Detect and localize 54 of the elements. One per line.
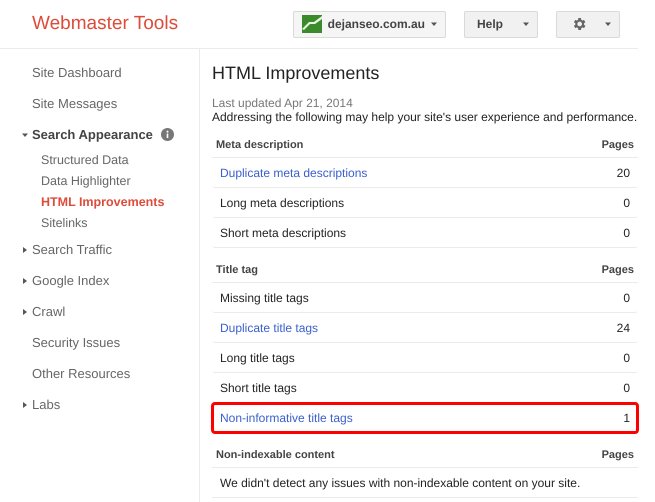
settings-button[interactable] bbox=[556, 10, 620, 38]
issue-label: Missing title tags bbox=[220, 290, 309, 304]
site-name: dejanseo.com.au bbox=[328, 17, 425, 31]
collapse-caret-icon bbox=[22, 132, 28, 138]
expand-caret-icon bbox=[22, 278, 28, 284]
help-button[interactable]: Help bbox=[464, 10, 538, 38]
expand-caret-icon bbox=[22, 308, 28, 314]
last-updated-text: Last updated Apr 21, 2014 bbox=[212, 96, 354, 110]
app-logo: Webmaster Tools bbox=[32, 13, 180, 35]
empty-message: We didn't detect any issues with non-indexable content on your site. bbox=[212, 468, 638, 498]
sidebar-subitem[interactable]: Structured Data bbox=[0, 150, 199, 171]
issue-link[interactable]: Duplicate meta descriptions bbox=[220, 166, 368, 180]
sidebar-subitem[interactable]: HTML Improvements bbox=[0, 192, 199, 213]
issue-link[interactable]: Duplicate title tags bbox=[220, 320, 318, 334]
page-title: HTML Improvements bbox=[212, 63, 380, 84]
page-count: 1 bbox=[623, 410, 630, 424]
sidebar-item[interactable]: Site Messages bbox=[32, 96, 118, 111]
sidebar-section[interactable]: Labs bbox=[32, 397, 60, 412]
issue-label: Short title tags bbox=[220, 380, 297, 394]
sidebar-item[interactable]: Security Issues bbox=[32, 335, 120, 350]
column-heading: Pages bbox=[602, 138, 634, 150]
page-count: 20 bbox=[616, 166, 630, 180]
sidebar-section[interactable]: Google Index bbox=[32, 273, 110, 288]
page-count: 0 bbox=[623, 380, 630, 394]
page-count: 24 bbox=[616, 320, 630, 334]
dropdown-caret-icon bbox=[430, 21, 437, 27]
dropdown-caret-icon bbox=[523, 21, 529, 27]
sidebar-item[interactable]: Other Resources bbox=[32, 366, 130, 381]
column-heading: Pages bbox=[602, 448, 634, 460]
issue-link[interactable]: Non-informative title tags bbox=[220, 410, 353, 424]
page-count: 0 bbox=[623, 196, 630, 210]
page-count: 0 bbox=[623, 226, 630, 240]
sidebar-subitem[interactable]: Sitelinks bbox=[0, 213, 199, 234]
page-count: 0 bbox=[623, 290, 630, 304]
sidebar-section[interactable]: Crawl bbox=[32, 304, 66, 319]
expand-caret-icon bbox=[22, 246, 28, 252]
section-heading: Meta description bbox=[216, 138, 304, 150]
site-selector[interactable]: dejanseo.com.au bbox=[292, 10, 446, 38]
sidebar-section[interactable]: Search Appearance bbox=[32, 127, 153, 142]
sidebar-item[interactable]: Site Dashboard bbox=[32, 65, 122, 80]
sidebar-section[interactable]: Search Traffic bbox=[32, 242, 112, 257]
section-heading: Non-indexable content bbox=[216, 448, 335, 460]
chart-icon bbox=[302, 15, 322, 33]
issue-label: Short meta descriptions bbox=[220, 226, 346, 240]
issue-label: Long title tags bbox=[220, 350, 295, 364]
dropdown-caret-icon bbox=[605, 21, 611, 27]
column-heading: Pages bbox=[602, 264, 634, 276]
expand-caret-icon bbox=[22, 402, 28, 408]
issue-label: Long meta descriptions bbox=[220, 196, 344, 210]
section-heading: Title tag bbox=[216, 264, 258, 276]
sidebar-subitem[interactable]: Data Highlighter bbox=[0, 171, 199, 192]
page-count: 0 bbox=[623, 350, 630, 364]
intro-text: Addressing the following may help your site's user experience and performance. bbox=[212, 110, 638, 124]
settings-icon bbox=[571, 16, 587, 32]
